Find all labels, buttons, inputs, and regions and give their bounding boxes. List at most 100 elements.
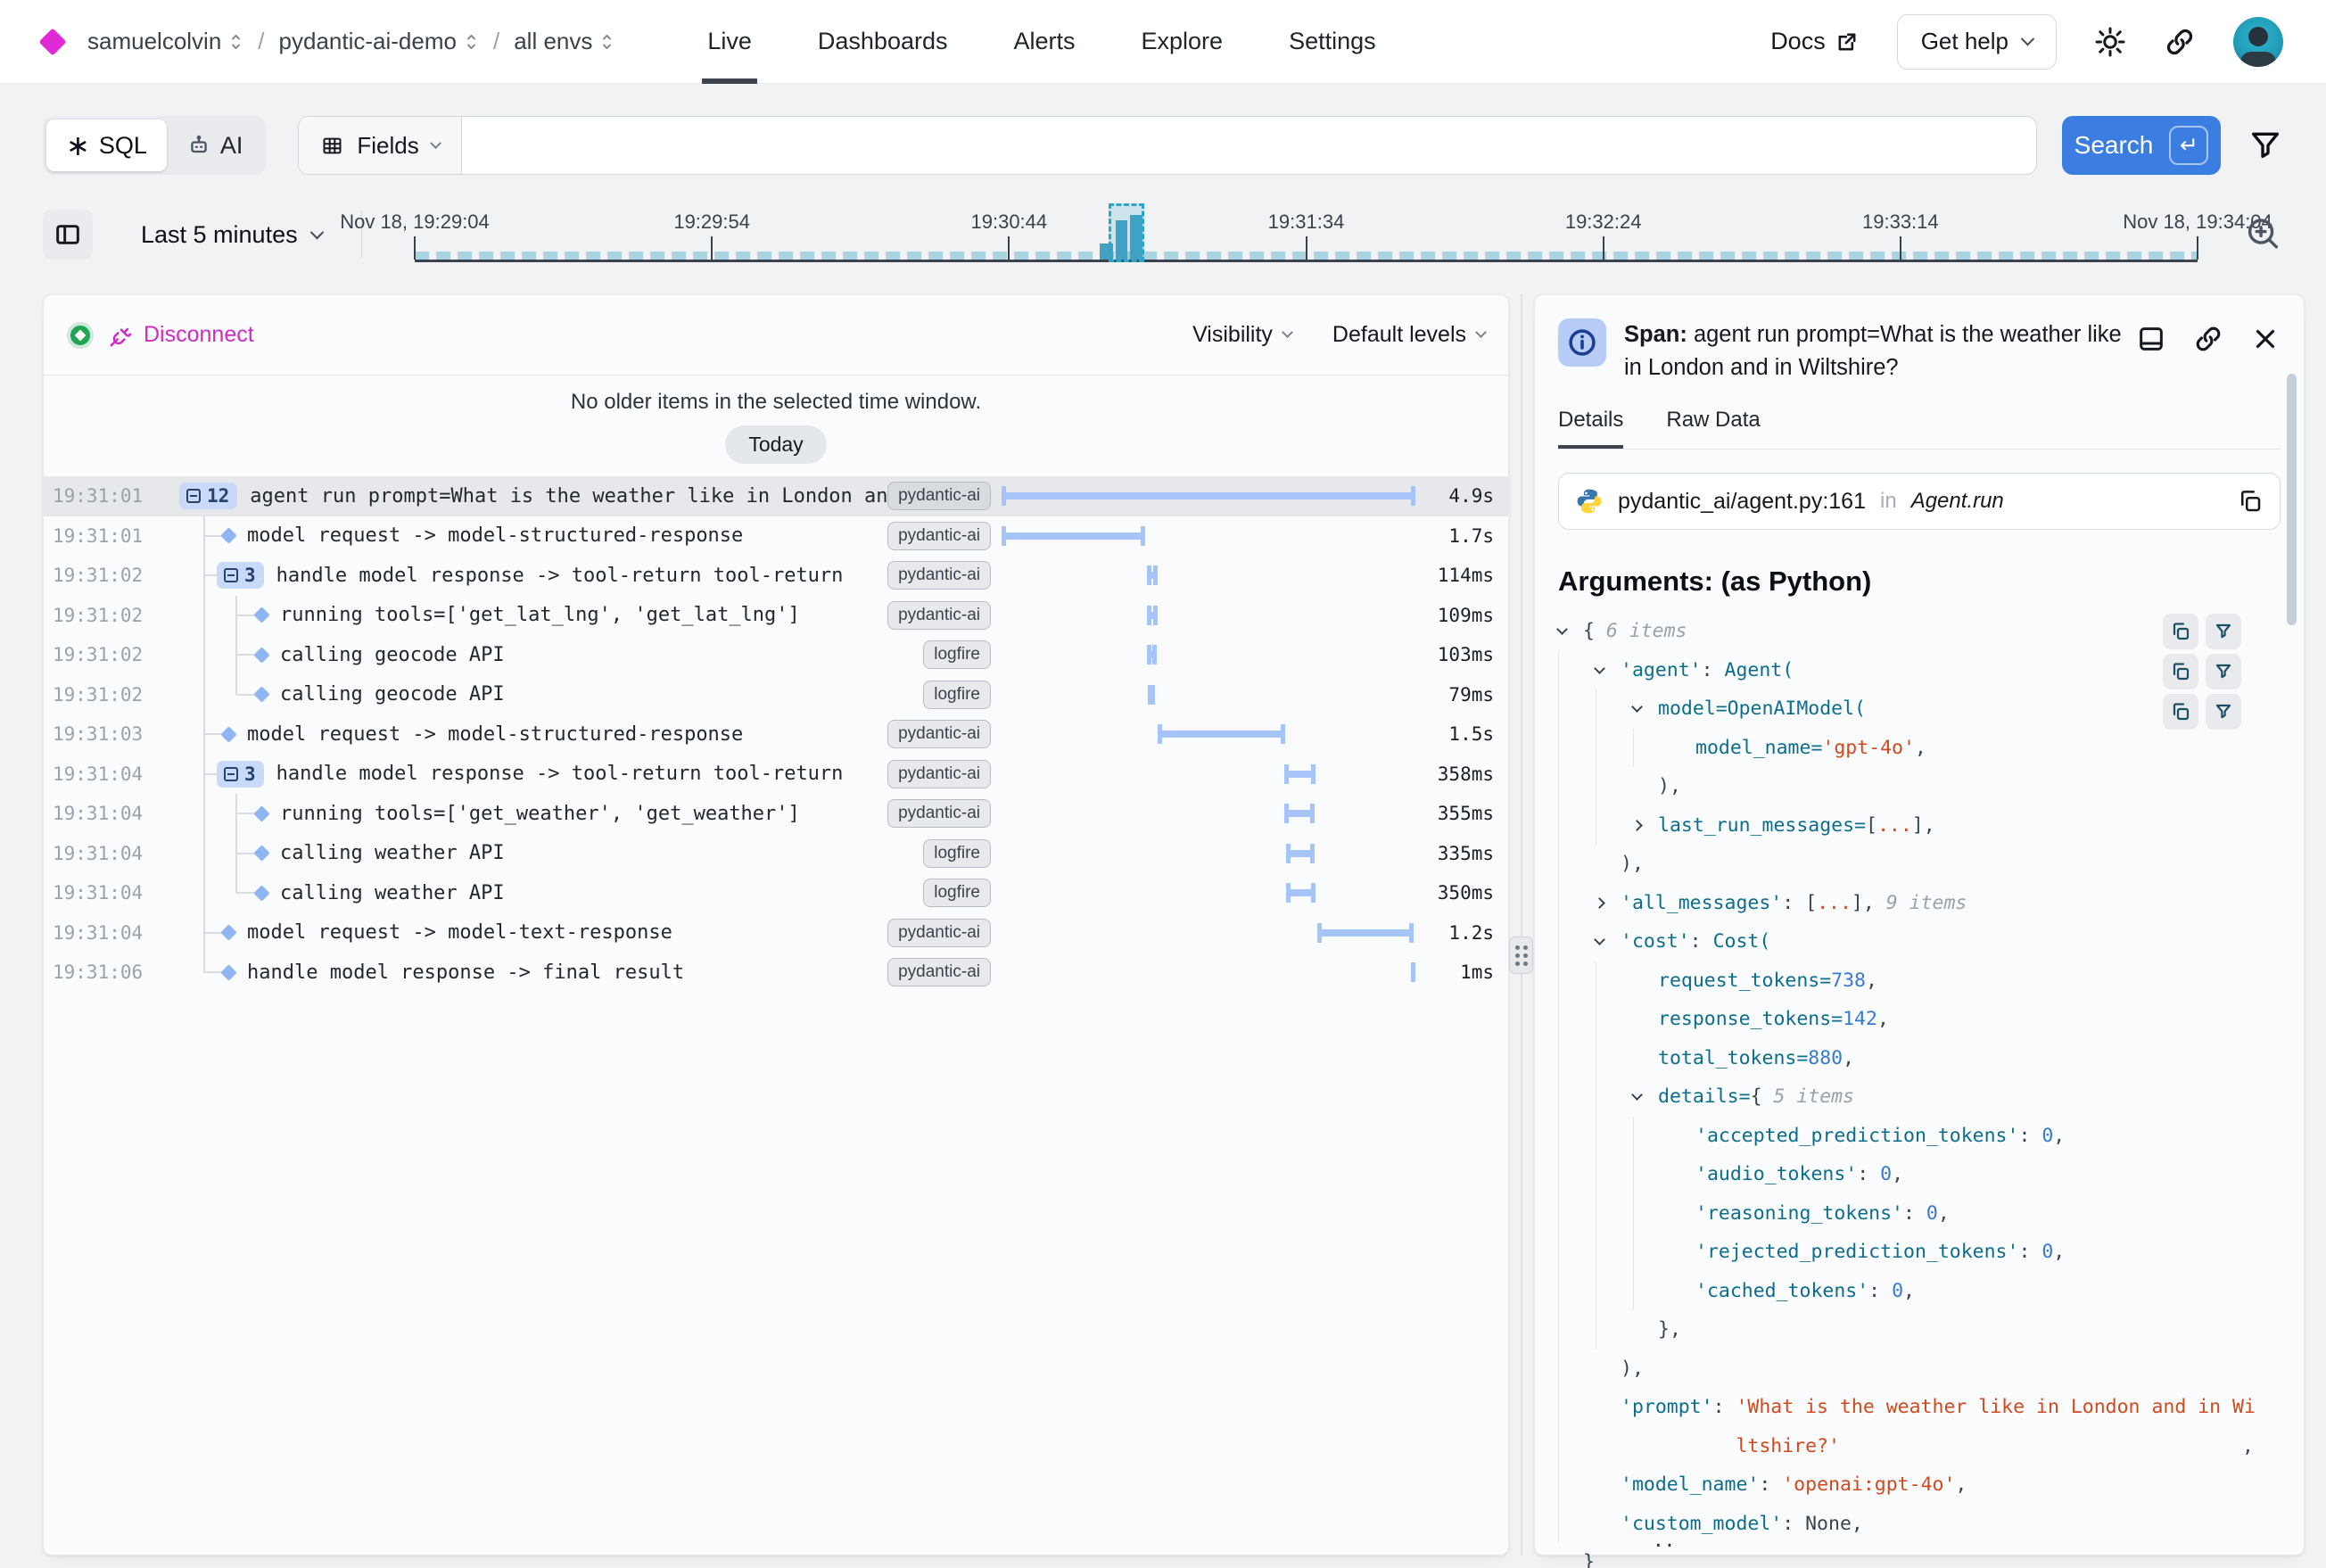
filter-button[interactable] <box>2248 127 2283 165</box>
sidebar-toggle-button[interactable] <box>43 210 93 260</box>
histogram-selection[interactable] <box>1109 203 1144 262</box>
duration-bar[interactable] <box>1158 724 1284 744</box>
code-token: , <box>1915 729 1926 768</box>
filter-by-value-button[interactable] <box>2206 654 2241 689</box>
trace-row[interactable]: 19:31:01model request -> model-structure… <box>44 516 1508 557</box>
nav-item-live[interactable]: Live <box>707 0 752 84</box>
logfire-logo-icon[interactable] <box>38 28 66 55</box>
toggle-expanded-icon[interactable] <box>1596 939 1621 944</box>
trace-row[interactable]: 19:31:04calling weather APIlogfire335ms <box>44 834 1508 874</box>
toggle-collapsed-icon[interactable] <box>1596 899 1621 907</box>
today-chip[interactable]: Today <box>725 425 826 464</box>
trace-label: handle model response -> tool-return too… <box>276 763 844 785</box>
close-panel-button[interactable] <box>2250 324 2281 354</box>
trace-rows: 19:31:0112agent run prompt=What is the w… <box>44 476 1508 993</box>
indent-guide <box>1558 1039 1596 1078</box>
span-diamond-icon <box>220 528 236 544</box>
trace-timestamp: 19:31:01 <box>53 485 138 507</box>
copy-source-button[interactable] <box>2237 488 2264 515</box>
source-location-card[interactable]: pydantic_ai/agent.py:161 in Agent.run <box>1558 473 2281 530</box>
tab-raw-data[interactable]: Raw Data <box>1666 408 1760 449</box>
get-help-button[interactable]: Get help <box>1897 14 2057 70</box>
code-token: [ <box>1866 806 1877 846</box>
filter-by-value-button[interactable] <box>2206 694 2241 730</box>
gantt-cell <box>1002 635 1415 675</box>
search-query-input[interactable] <box>462 117 2036 174</box>
disconnect-button[interactable]: Disconnect <box>108 322 254 349</box>
tab-details[interactable]: Details <box>1558 408 1623 449</box>
time-axis[interactable]: Nov 18, 19:29:0419:29:5419:30:4419:31:34… <box>415 198 2198 271</box>
copy-value-button[interactable] <box>2163 654 2198 689</box>
default-levels-dropdown[interactable]: Default levels <box>1332 322 1485 348</box>
theme-toggle-button[interactable] <box>2094 26 2126 58</box>
code-token: , <box>1938 1194 1950 1234</box>
collapse-badge[interactable]: 3 <box>217 761 264 788</box>
duration-bar[interactable] <box>1002 526 1145 546</box>
trace-label: model request -> model-structured-respon… <box>247 524 743 547</box>
duration-bar[interactable] <box>1148 685 1155 705</box>
indent-guide <box>1558 884 1596 923</box>
copy-value-button[interactable] <box>2163 614 2198 649</box>
timeline-zoom-button[interactable] <box>2242 213 2283 257</box>
trace-row[interactable]: 19:31:02calling geocode APIlogfire103ms <box>44 635 1508 675</box>
share-link-button[interactable] <box>2164 26 2196 58</box>
copy-span-link-button[interactable] <box>2193 324 2223 354</box>
trace-row[interactable]: 19:31:03model request -> model-structure… <box>44 714 1508 755</box>
breadcrumb-all envs[interactable]: all envs <box>514 28 614 55</box>
axis-tick-label: 19:29:54 <box>673 210 750 234</box>
code-token: request_tokens= <box>1658 961 1831 1001</box>
trace-row[interactable]: 19:31:04running tools=['get_weather', 'g… <box>44 794 1508 834</box>
duration-bar[interactable] <box>1284 764 1315 784</box>
code-line: 'audio_tokens': 0, <box>1558 1155 2281 1194</box>
time-range-dropdown[interactable]: Last 5 minutes <box>141 221 322 249</box>
ai-mode-button[interactable]: AI <box>167 132 263 160</box>
duration-bar[interactable] <box>1286 844 1315 863</box>
toggle-expanded-icon[interactable] <box>1558 629 1583 633</box>
dock-bottom-button[interactable] <box>2136 324 2166 354</box>
duration-value: 355ms <box>1415 803 1508 824</box>
trace-row[interactable]: 19:31:02running tools=['get_lat_lng', 'g… <box>44 596 1508 636</box>
docs-link[interactable]: Docs <box>1770 28 1860 55</box>
toggle-expanded-icon[interactable] <box>1633 1094 1658 1099</box>
nav-item-dashboards[interactable]: Dashboards <box>818 0 948 84</box>
panel-resize-handle[interactable] <box>1509 937 1533 974</box>
overflow-hint: .. <box>1653 1530 1675 1551</box>
trace-row[interactable]: 19:31:04calling weather APIlogfire350ms <box>44 873 1508 913</box>
collapse-badge[interactable]: 3 <box>217 562 264 589</box>
duration-bar[interactable] <box>1411 962 1415 982</box>
duration-bar[interactable] <box>1147 565 1159 585</box>
fields-dropdown-button[interactable]: Fields <box>299 117 461 174</box>
collapse-badge[interactable]: 12 <box>179 483 237 509</box>
trace-row[interactable]: 19:31:04model request -> model-text-resp… <box>44 913 1508 953</box>
toggle-collapsed-icon[interactable] <box>1633 821 1658 829</box>
breadcrumb-samuelcolvin[interactable]: samuelcolvin <box>87 28 243 55</box>
trace-row[interactable]: 19:31:023handle model response -> tool-r… <box>44 556 1508 596</box>
gantt-cell <box>1002 755 1415 795</box>
filter-by-value-button[interactable] <box>2206 614 2241 649</box>
breadcrumb-pydantic-ai-demo[interactable]: pydantic-ai-demo <box>279 28 479 55</box>
user-avatar[interactable] <box>2233 17 2283 67</box>
sql-mode-button[interactable]: ∗ SQL <box>46 120 167 171</box>
code-token: : <box>1868 1272 1892 1311</box>
copy-value-button[interactable] <box>2163 694 2198 730</box>
detail-scrollbar-thumb[interactable] <box>2287 374 2297 625</box>
trace-row[interactable]: 19:31:0112agent run prompt=What is the w… <box>44 476 1508 516</box>
duration-bar[interactable] <box>1147 606 1158 625</box>
indent-guide <box>1558 1272 1596 1311</box>
nav-item-explore[interactable]: Explore <box>1142 0 1224 84</box>
trace-row[interactable]: 19:31:06handle model response -> final r… <box>44 953 1508 993</box>
nav-item-alerts[interactable]: Alerts <box>1013 0 1075 84</box>
duration-bar[interactable] <box>1147 645 1157 664</box>
duration-bar[interactable] <box>1284 804 1315 823</box>
trace-row[interactable]: 19:31:02calling geocode APIlogfire79ms <box>44 675 1508 715</box>
nav-item-settings[interactable]: Settings <box>1289 0 1376 84</box>
toggle-expanded-icon[interactable] <box>1633 706 1658 711</box>
duration-bar[interactable] <box>1286 883 1316 903</box>
search-button[interactable]: Search ↵ <box>2062 116 2221 175</box>
visibility-dropdown[interactable]: Visibility <box>1192 322 1291 348</box>
duration-bar[interactable] <box>1002 486 1415 506</box>
duration-bar[interactable] <box>1317 923 1414 943</box>
trace-row[interactable]: 19:31:043handle model response -> tool-r… <box>44 755 1508 795</box>
source-function: Agent.run <box>1911 489 2004 514</box>
toggle-expanded-icon[interactable] <box>1596 668 1621 673</box>
